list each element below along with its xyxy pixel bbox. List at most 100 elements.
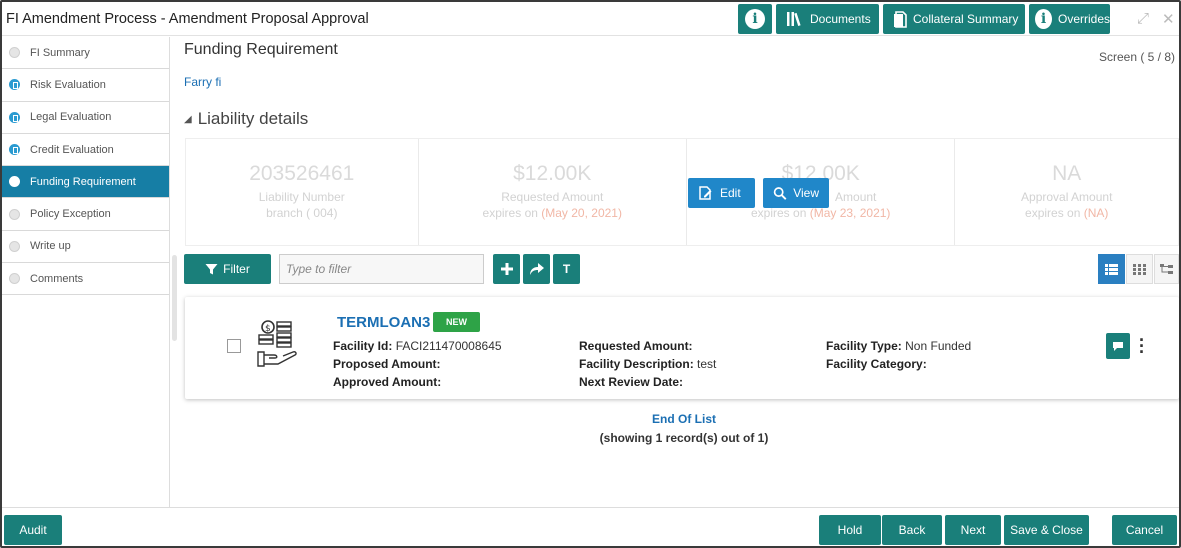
section-title: Liability details xyxy=(197,109,309,128)
record-checkbox[interactable] xyxy=(227,339,241,353)
card-expiry: expires on (May 23, 2021) xyxy=(751,206,891,220)
sidebar-item-comments[interactable]: Comments xyxy=(2,263,169,296)
sidebar-item-label: Risk Evaluation xyxy=(30,78,106,91)
card-label: Approval Amount xyxy=(1021,190,1113,204)
cancel-button[interactable]: Cancel xyxy=(1112,515,1177,545)
title-bar: FI Amendment Process - Amendment Proposa… xyxy=(2,2,1179,36)
info-icon: i xyxy=(1035,9,1052,29)
audit-button[interactable]: Audit xyxy=(4,515,62,545)
step-done-icon xyxy=(9,144,20,156)
card-label: Liability Number xyxy=(258,190,345,204)
sidebar-item-label: Write up xyxy=(30,240,71,253)
step-done-icon xyxy=(9,111,20,123)
edit-icon xyxy=(699,186,712,200)
card-amount: $12.00K xyxy=(513,162,592,185)
window-title: FI Amendment Process - Amendment Proposa… xyxy=(6,11,369,27)
sidebar-scrollbar[interactable] xyxy=(172,255,177,341)
filter-input[interactable] xyxy=(279,254,484,284)
approved-amount-field: Approved Amount: xyxy=(333,375,442,389)
sidebar-item-write-up[interactable]: Write up xyxy=(2,231,169,264)
filter-icon xyxy=(205,263,218,274)
record-count-label: (showing 1 record(s) out of 1) xyxy=(599,431,769,445)
card-branch: branch ( 004) xyxy=(266,206,338,220)
sidebar-item-label: Comments xyxy=(30,272,84,285)
view-button[interactable]: View xyxy=(763,178,829,208)
liability-cards: 203526461 Liability Number branch ( 004)… xyxy=(185,138,1179,246)
chat-bubble-icon xyxy=(1113,341,1123,351)
plus-icon xyxy=(500,263,513,275)
more-options-icon[interactable]: · · · xyxy=(1139,331,1145,361)
collateral-summary-label: Collateral Summary xyxy=(913,12,1019,26)
document-icon xyxy=(894,10,907,28)
info-button[interactable]: i xyxy=(738,4,772,34)
next-button[interactable]: Next xyxy=(945,515,1001,545)
next-review-date-field: Next Review Date: xyxy=(579,375,684,389)
liability-number: 203526461 xyxy=(249,162,355,185)
step-current-icon xyxy=(9,176,20,188)
sidebar-item-risk-evaluation[interactable]: Risk Evaluation xyxy=(2,69,169,102)
list-view-button[interactable] xyxy=(1098,254,1125,284)
footer-bar: Audit Hold Back Next Save & Close Cancel xyxy=(2,507,1179,546)
svg-text:$: $ xyxy=(265,324,271,334)
edit-label: Edit xyxy=(720,186,741,200)
facility-name[interactable]: TERMLOAN3 xyxy=(337,314,430,331)
back-button[interactable]: Back xyxy=(882,515,942,545)
collateral-summary-button[interactable]: Collateral Summary xyxy=(883,4,1025,34)
proposed-amount-field: Proposed Amount: xyxy=(333,357,441,371)
edit-button[interactable]: Edit xyxy=(688,178,755,208)
card-amount: NA xyxy=(1052,162,1082,185)
loan-money-hand-icon: $ xyxy=(257,320,297,367)
sidebar-item-credit-evaluation[interactable]: Credit Evaluation xyxy=(2,134,169,167)
card-expiry: expires on (May 20, 2021) xyxy=(482,206,622,220)
approval-amount-card[interactable]: NA Approval Amount expires on (NA) xyxy=(955,139,1178,245)
card-expiry: expires on (NA) xyxy=(1025,206,1109,220)
facility-record-card[interactable]: $ TERMLOAN3 NEW Facility Id: FACI2114700… xyxy=(185,297,1179,399)
save-close-button[interactable]: Save & Close xyxy=(1004,515,1089,545)
sidebar-item-label: Funding Requirement xyxy=(30,175,136,188)
sidebar-item-label: Policy Exception xyxy=(30,208,111,221)
step-done-icon xyxy=(9,79,20,91)
step-pending-icon xyxy=(9,240,20,252)
expand-icon[interactable]: ⤢ xyxy=(1137,10,1149,27)
share-arrow-icon xyxy=(529,263,544,275)
requested-amount-card[interactable]: $12.00K Requested Amount expires on (May… xyxy=(419,139,687,245)
overrides-label: Overrides xyxy=(1057,12,1110,26)
sidebar-item-funding-requirement[interactable]: Funding Requirement xyxy=(2,166,169,199)
customer-link[interactable]: Farry fi xyxy=(184,75,221,89)
requested-amount-field: Requested Amount: xyxy=(579,339,693,353)
hold-button[interactable]: Hold xyxy=(819,515,881,545)
facility-category-field: Facility Category: xyxy=(826,357,927,371)
liability-card[interactable]: 203526461 Liability Number branch ( 004) xyxy=(186,139,419,245)
search-icon xyxy=(773,186,787,200)
view-label: View xyxy=(793,186,819,200)
sidebar-item-label: FI Summary xyxy=(30,46,90,59)
end-of-list-label: End Of List xyxy=(652,412,716,426)
close-icon[interactable]: ✕ xyxy=(1162,10,1175,28)
comment-button[interactable] xyxy=(1106,333,1130,359)
facility-description-field: Facility Description: test xyxy=(579,357,717,371)
sidebar-item-label: Credit Evaluation xyxy=(30,143,114,156)
facility-id-field: Facility Id: FACI211470008645 xyxy=(333,339,502,353)
liability-details-header[interactable]: ◢ Liability details xyxy=(184,109,308,129)
filter-label: Filter xyxy=(223,262,250,276)
sidebar-item-label: Legal Evaluation xyxy=(30,111,112,124)
overrides-button[interactable]: i Overrides xyxy=(1029,4,1110,34)
sidebar-item-policy-exception[interactable]: Policy Exception xyxy=(2,198,169,231)
documents-label: Documents xyxy=(810,12,871,26)
tree-view-icon xyxy=(1160,263,1173,274)
tree-view-button[interactable] xyxy=(1154,254,1179,284)
application-window xyxy=(0,0,1181,548)
documents-button[interactable]: Documents xyxy=(776,4,879,34)
step-pending-icon xyxy=(9,273,20,285)
filter-button[interactable]: Filter xyxy=(184,254,271,284)
status-badge: NEW xyxy=(433,312,480,332)
share-button[interactable] xyxy=(523,254,550,284)
screen-indicator: Screen ( 5 / 8) xyxy=(1098,50,1175,64)
sidebar-item-legal-evaluation[interactable]: Legal Evaluation xyxy=(2,102,169,134)
sidebar-item-fi-summary[interactable]: FI Summary xyxy=(2,37,169,70)
text-button[interactable]: T xyxy=(553,254,580,284)
add-button[interactable] xyxy=(493,254,520,284)
grid-view-button[interactable] xyxy=(1126,254,1153,284)
facility-type-field: Facility Type: Non Funded xyxy=(826,339,972,353)
collapse-triangle-icon: ◢ xyxy=(184,113,192,125)
